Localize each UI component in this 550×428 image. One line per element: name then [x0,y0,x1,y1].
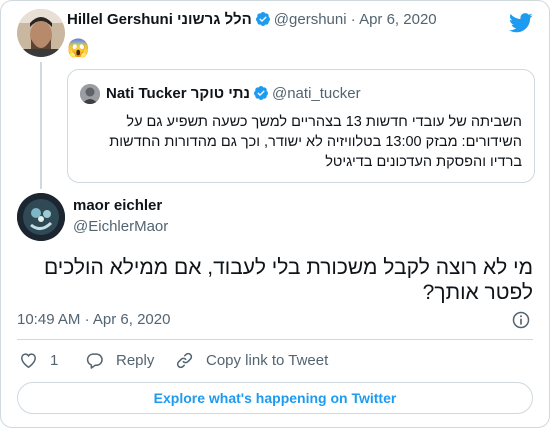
copy-link-label: Copy link to Tweet [206,351,329,369]
separator-dot: · [350,11,356,28]
link-icon [176,352,193,368]
twitter-bird-icon[interactable] [509,13,533,33]
quoted-author-row: Nati Tucker נתי טוקר @nati_tucker [106,85,361,102]
quoted-author-name: Nati Tucker נתי טוקר [106,85,250,102]
parent-author-avatar[interactable] [17,9,65,57]
parent-tweet-text: 😱 [67,38,90,58]
divider [17,339,533,340]
thread-connector-line [40,62,42,189]
like-count: 1 [50,351,59,369]
heart-icon [21,352,36,368]
parent-author-name[interactable]: Hillel Gershuni הלל גרשוני [67,11,252,28]
tweet-date[interactable]: Apr 6, 2020 [93,311,171,328]
verified-badge-icon [255,12,270,26]
tweet-card: Hillel Gershuni הלל גרשוני @gershuni · Ap… [0,0,550,428]
quoted-author-avatar [80,84,100,104]
copy-link-button[interactable]: Copy link to Tweet [175,349,328,371]
explore-button[interactable]: Explore what's happening on Twitter [17,382,533,414]
verified-badge-icon [253,86,268,100]
quoted-text-line: ברדיו והפסקת העדכונים בדיגיטל [325,154,522,170]
parent-author-handle[interactable]: @gershuni [274,11,347,28]
reply-label: Reply [116,351,155,369]
main-author-handle[interactable]: @EichlerMaor [73,218,168,235]
tweet-timestamp[interactable]: 10:49 AM · Apr 6, 2020 [17,311,170,328]
separator-dot: · [84,311,90,328]
quoted-text-line: השביתה של עובדי חדשות 13 בצהריים למשך כש… [126,114,522,130]
parent-tweet-date[interactable]: Apr 6, 2020 [359,11,437,28]
quoted-author-handle: @nati_tucker [271,85,361,102]
quoted-tweet-text: השביתה של עובדי חדשות 13 בצהריים למשך כש… [82,112,522,172]
main-author-name[interactable]: maor eichler [73,197,162,214]
main-author-avatar[interactable] [17,193,65,241]
info-icon[interactable] [511,310,531,330]
reply-button[interactable]: Reply [85,349,154,371]
quoted-text-line: השידורים: מבזק 13:00 בטלוויזיה לא ישודר,… [109,134,522,150]
reply-icon [86,352,103,369]
quoted-tweet[interactable]: Nati Tucker נתי טוקר @nati_tucker השביתה … [67,69,535,183]
tweet-time[interactable]: 10:49 AM [17,311,80,328]
main-tweet-text: מי לא רוצה לקבל משכורת בלי לעבוד, אם ממי… [43,256,533,304]
parent-author-row[interactable]: Hillel Gershuni הלל גרשוני @gershuni · Ap… [67,11,487,31]
like-button[interactable]: 1 [19,349,58,371]
